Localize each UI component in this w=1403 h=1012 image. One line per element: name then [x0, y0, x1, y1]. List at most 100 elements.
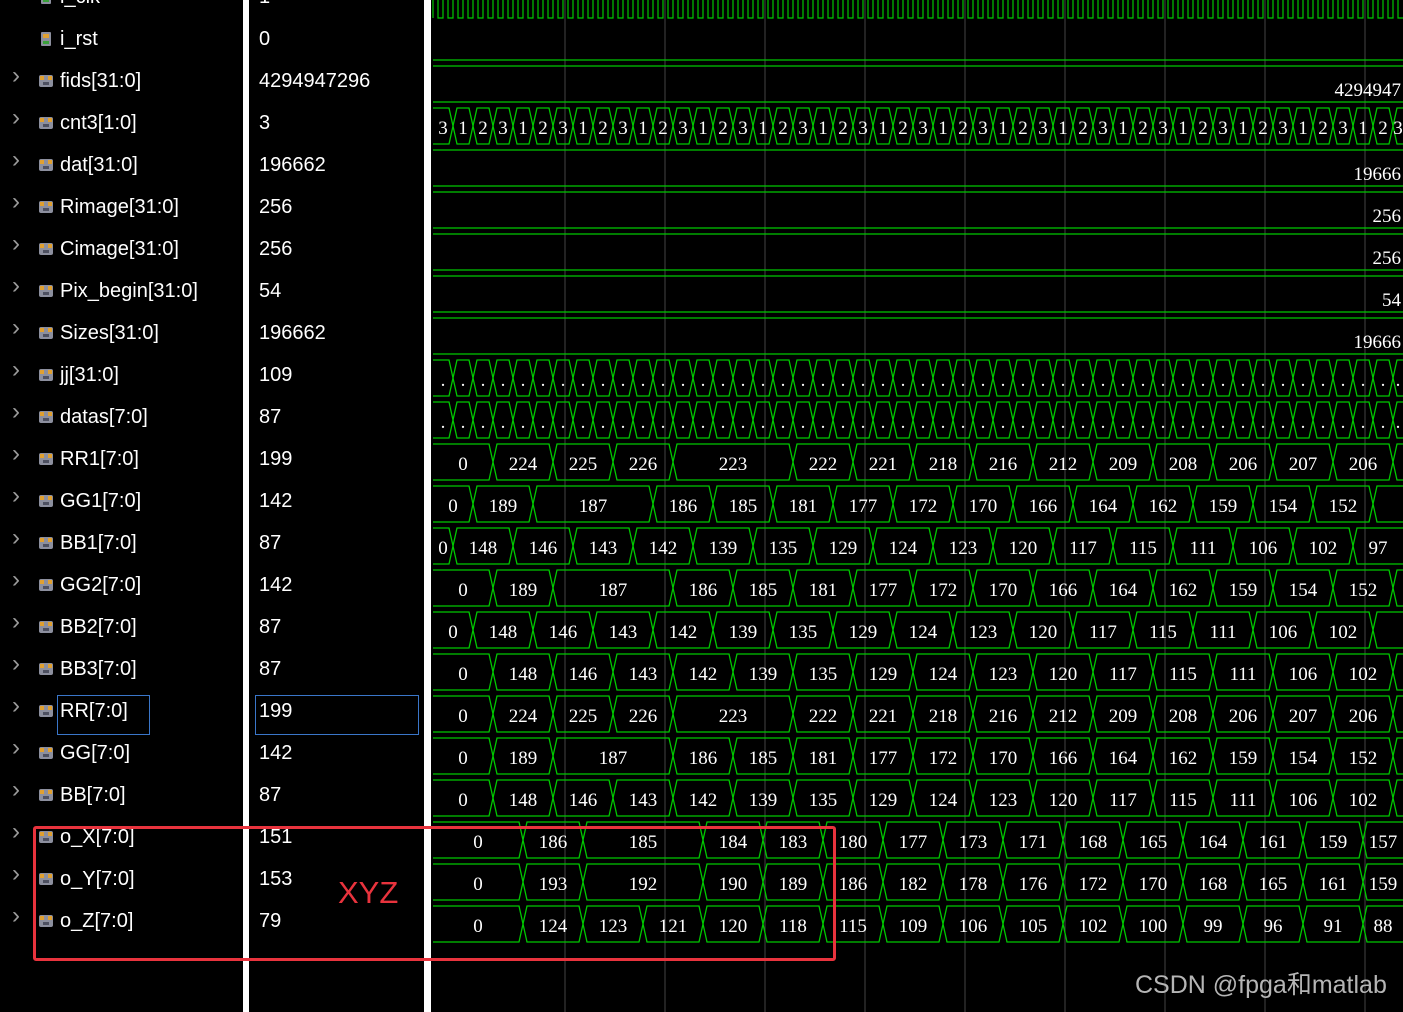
- signal-row[interactable]: › BB1[7:0]: [0, 525, 243, 567]
- bus-segment-label: 142: [689, 790, 718, 811]
- signal-name[interactable]: BB1[7:0]: [60, 531, 137, 555]
- signal-name[interactable]: RR1[7:0]: [60, 447, 139, 471]
- bus-segment-label: .: [681, 370, 686, 391]
- signal-row[interactable]: › dat[31:0]: [0, 147, 243, 189]
- signal-name[interactable]: GG[7:0]: [60, 741, 130, 765]
- signal-value-row[interactable]: 196662: [249, 147, 424, 189]
- signal-row[interactable]: › GG2[7:0]: [0, 567, 243, 609]
- signal-value-row[interactable]: 142: [249, 483, 424, 525]
- signal-value-row[interactable]: 199: [249, 441, 424, 483]
- signal-name[interactable]: datas[7:0]: [60, 405, 148, 429]
- signal-name[interactable]: BB3[7:0]: [60, 657, 137, 681]
- bus-segment-label: 3: [798, 118, 808, 139]
- signal-value-row[interactable]: 1: [249, 0, 424, 21]
- signal-row[interactable]: › RR1[7:0]: [0, 441, 243, 483]
- bus-signal-icon: [38, 451, 54, 467]
- signal-row[interactable]: › GG[7:0]: [0, 735, 243, 777]
- signal-row[interactable]: › jj[31:0]: [0, 357, 243, 399]
- bus-signal-icon: [38, 325, 54, 341]
- signal-row[interactable]: i_rst: [0, 21, 243, 63]
- bus-segment-label: 0: [448, 496, 458, 517]
- signal-value-row[interactable]: 142: [249, 567, 424, 609]
- chevron-right-icon[interactable]: ›: [12, 652, 20, 676]
- signal-value-row[interactable]: 3: [249, 105, 424, 147]
- signal-name[interactable]: BB[7:0]: [60, 783, 126, 807]
- signal-value-row[interactable]: 87: [249, 651, 424, 693]
- chevron-right-icon[interactable]: ›: [12, 148, 20, 172]
- chevron-right-icon[interactable]: ›: [12, 568, 20, 592]
- bus-segment-label: 129: [849, 622, 878, 643]
- signal-row[interactable]: › Sizes[31:0]: [0, 315, 243, 357]
- signal-row[interactable]: › cnt3[1:0]: [0, 105, 243, 147]
- signal-value-row[interactable]: 4294947296: [249, 63, 424, 105]
- chevron-right-icon[interactable]: ›: [12, 862, 20, 886]
- signal-name[interactable]: GG1[7:0]: [60, 489, 141, 513]
- signal-value-row[interactable]: 87: [249, 777, 424, 819]
- signal-name[interactable]: jj[31:0]: [60, 363, 119, 387]
- chevron-right-icon[interactable]: ›: [12, 526, 20, 550]
- bus-segment-label: 178: [959, 874, 988, 895]
- bus-segment-label: 3: [1338, 118, 1348, 139]
- chevron-right-icon[interactable]: ›: [12, 736, 20, 760]
- signal-row[interactable]: › datas[7:0]: [0, 399, 243, 441]
- chevron-right-icon[interactable]: ›: [12, 400, 20, 424]
- chevron-right-icon[interactable]: ›: [12, 190, 20, 214]
- signal-name[interactable]: Rimage[31:0]: [60, 195, 179, 219]
- bus-segment-label: .: [961, 412, 966, 433]
- chevron-right-icon[interactable]: ›: [12, 442, 20, 466]
- signal-row[interactable]: › Pix_begin[31:0]: [0, 273, 243, 315]
- signal-value-row[interactable]: 87: [249, 525, 424, 567]
- signal-value-row[interactable]: 256: [249, 231, 424, 273]
- bus-segment-label: 111: [1229, 790, 1256, 811]
- bus-segment-label: 148: [489, 622, 518, 643]
- signal-value-row[interactable]: 87: [249, 399, 424, 441]
- bus-segment-label: .: [1321, 370, 1326, 391]
- signal-row[interactable]: › RR[7:0]: [0, 693, 243, 735]
- signal-name[interactable]: cnt3[1:0]: [60, 111, 137, 135]
- signal-value-row[interactable]: 142: [249, 735, 424, 777]
- signal-row[interactable]: i_clk: [0, 0, 243, 21]
- signal-row[interactable]: › Rimage[31:0]: [0, 189, 243, 231]
- signal-value-row[interactable]: 196662: [249, 315, 424, 357]
- signal-row[interactable]: › BB[7:0]: [0, 777, 243, 819]
- chevron-right-icon[interactable]: ›: [12, 316, 20, 340]
- bus-signal-icon: [38, 703, 54, 719]
- bus-segment-label: 2: [1018, 118, 1028, 139]
- signal-value-row[interactable]: 0: [249, 21, 424, 63]
- chevron-right-icon[interactable]: ›: [12, 484, 20, 508]
- signal-value-row[interactable]: 256: [249, 189, 424, 231]
- signal-name[interactable]: fids[31:0]: [60, 69, 141, 93]
- signal-name[interactable]: BB2[7:0]: [60, 615, 137, 639]
- signal-row[interactable]: › Cimage[31:0]: [0, 231, 243, 273]
- signal-row[interactable]: › BB3[7:0]: [0, 651, 243, 693]
- signal-name[interactable]: i_clk: [60, 0, 100, 9]
- bus-signal-icon: [38, 73, 54, 89]
- bus-segment-label: .: [541, 370, 546, 391]
- signal-value: 196662: [259, 154, 326, 176]
- signal-value-row[interactable]: 199: [249, 693, 424, 735]
- signal-row[interactable]: › fids[31:0]: [0, 63, 243, 105]
- chevron-right-icon[interactable]: ›: [12, 694, 20, 718]
- bus-segment-label: 115: [1169, 790, 1197, 811]
- bus-segment-label: 168: [1199, 874, 1228, 895]
- signal-value-row[interactable]: 54: [249, 273, 424, 315]
- signal-name[interactable]: GG2[7:0]: [60, 573, 141, 597]
- signal-name[interactable]: Sizes[31:0]: [60, 321, 159, 345]
- chevron-right-icon[interactable]: ›: [12, 778, 20, 802]
- signal-name[interactable]: Pix_begin[31:0]: [60, 279, 198, 303]
- chevron-right-icon[interactable]: ›: [12, 358, 20, 382]
- signal-row[interactable]: › GG1[7:0]: [0, 483, 243, 525]
- chevron-right-icon[interactable]: ›: [12, 232, 20, 256]
- chevron-right-icon[interactable]: ›: [12, 64, 20, 88]
- chevron-right-icon[interactable]: ›: [12, 106, 20, 130]
- signal-name[interactable]: i_rst: [60, 27, 98, 51]
- signal-row[interactable]: › BB2[7:0]: [0, 609, 243, 651]
- signal-value-row[interactable]: 87: [249, 609, 424, 651]
- signal-name[interactable]: dat[31:0]: [60, 153, 138, 177]
- signal-name[interactable]: Cimage[31:0]: [60, 237, 179, 261]
- chevron-right-icon[interactable]: ›: [12, 820, 20, 844]
- chevron-right-icon[interactable]: ›: [12, 274, 20, 298]
- signal-value-row[interactable]: 109: [249, 357, 424, 399]
- chevron-right-icon[interactable]: ›: [12, 904, 20, 928]
- chevron-right-icon[interactable]: ›: [12, 610, 20, 634]
